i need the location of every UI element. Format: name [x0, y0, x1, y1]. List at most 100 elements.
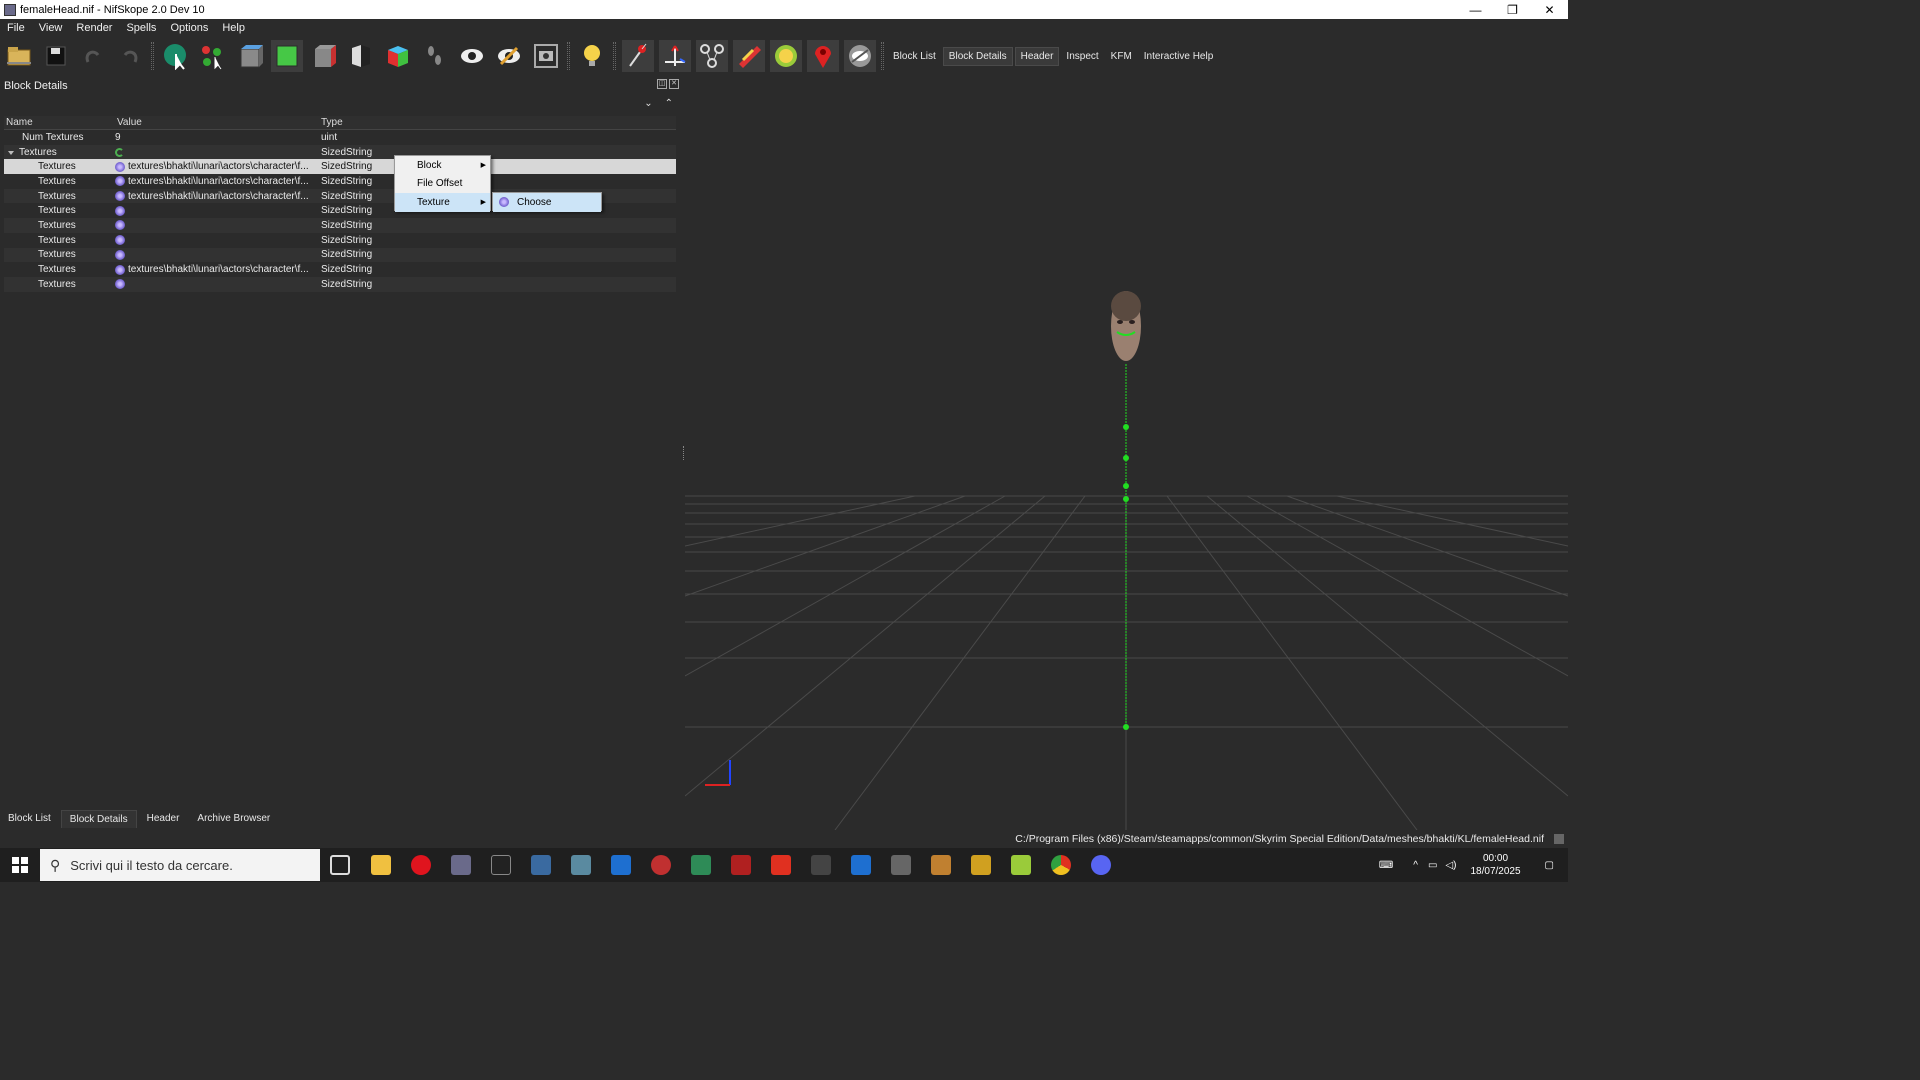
row-value[interactable]: 9 — [115, 132, 319, 143]
show-axes-icon[interactable] — [621, 40, 654, 72]
discord-icon[interactable] — [1091, 855, 1111, 875]
nvidia-icon[interactable] — [491, 855, 511, 875]
menu-spells[interactable]: Spells — [119, 22, 163, 34]
close-panel-icon[interactable]: ✕ — [669, 79, 679, 89]
menu-file[interactable]: File — [0, 22, 32, 34]
ctx-item-texture[interactable]: Texture ▶ — [395, 193, 490, 212]
redo-icon[interactable] — [114, 40, 146, 72]
select-object-icon[interactable] — [160, 40, 192, 72]
collapse-up-icon[interactable]: ⌃ — [665, 98, 673, 109]
network-icon[interactable]: ▭ — [1428, 860, 1437, 871]
head-mesh[interactable] — [1111, 291, 1141, 361]
tab-header[interactable]: Header — [139, 810, 188, 828]
app-icon[interactable] — [611, 855, 631, 875]
toolbar-tab-header[interactable]: Header — [1014, 46, 1060, 66]
show-collision-icon[interactable] — [732, 40, 765, 72]
lighting-icon[interactable] — [576, 40, 608, 72]
app-icon[interactable] — [771, 855, 791, 875]
show-hidden-icon[interactable] — [456, 40, 488, 72]
taskbar-search[interactable]: ⚲ Scrivi qui il testo da cercare. — [40, 849, 320, 881]
ctx-item-block[interactable]: Block ▶ — [395, 156, 490, 175]
toolbar-tab-interactive-help[interactable]: Interactive Help — [1139, 48, 1218, 65]
app-icon[interactable] — [971, 855, 991, 875]
ctx-item-file-offset[interactable]: File Offset — [395, 175, 490, 194]
app-icon[interactable] — [851, 855, 871, 875]
column-type-header[interactable]: Type — [319, 116, 676, 129]
tray-chevron-icon[interactable]: ^ — [1413, 860, 1418, 871]
visibility-toggle-icon[interactable] — [493, 40, 525, 72]
show-skeleton-icon[interactable] — [695, 40, 728, 72]
bone-node[interactable] — [1123, 483, 1129, 489]
screenshot-icon[interactable] — [530, 40, 562, 72]
view-user-icon[interactable] — [345, 40, 377, 72]
app-icon[interactable] — [891, 855, 911, 875]
tab-block-details[interactable]: Block Details — [60, 810, 137, 828]
column-name-header[interactable]: Name — [4, 116, 115, 129]
toolbar-tab-inspect[interactable]: Inspect — [1061, 48, 1103, 65]
menu-options[interactable]: Options — [163, 22, 215, 34]
show-hidden-geometry-icon[interactable] — [843, 40, 876, 72]
show-constraints-icon[interactable] — [769, 40, 802, 72]
show-markers-icon[interactable] — [806, 40, 839, 72]
open-file-icon[interactable] — [3, 40, 35, 72]
windows-start-icon[interactable] — [0, 848, 40, 882]
float-panel-icon[interactable]: ◫ — [657, 79, 667, 89]
tree-row[interactable]: Textures SizedString — [4, 144, 676, 160]
task-view-icon[interactable] — [330, 855, 350, 875]
menu-render[interactable]: Render — [69, 22, 119, 34]
system-clock[interactable]: 00:00 18/07/2025 — [1470, 852, 1520, 878]
select-vertex-icon[interactable] — [197, 40, 229, 72]
show-nodes-icon[interactable] — [658, 40, 691, 72]
app-icon[interactable] — [571, 855, 591, 875]
column-value-header[interactable]: Value — [115, 116, 319, 129]
nifskope-taskbar-icon[interactable] — [451, 855, 471, 875]
resize-grip-icon[interactable] — [1554, 834, 1564, 844]
refresh-icon[interactable] — [115, 147, 124, 157]
tree-row[interactable]: Textures SizedString — [4, 247, 676, 263]
tree-row[interactable]: Num Textures 9 uint — [4, 130, 676, 145]
view-front-icon[interactable] — [270, 40, 303, 72]
toolbar-tab-block-details[interactable]: Block Details — [942, 46, 1013, 66]
view-perspective-icon[interactable] — [382, 40, 414, 72]
app-icon[interactable] — [651, 855, 671, 875]
expand-arrow-icon[interactable] — [8, 150, 14, 155]
keyboard-icon[interactable]: ⌨ — [1379, 860, 1393, 871]
minimize-button[interactable]: — — [1457, 0, 1494, 19]
tree-row[interactable]: Textures textures\bhakti\lunari\actors\c… — [4, 174, 676, 189]
walk-mode-icon[interactable] — [419, 40, 451, 72]
notepad-icon[interactable] — [691, 855, 711, 875]
toolbar-tab-kfm[interactable]: KFM — [1106, 48, 1137, 65]
restore-button[interactable]: ❐ — [1494, 0, 1531, 19]
menu-view[interactable]: View — [32, 22, 70, 34]
chrome-icon[interactable] — [1051, 855, 1071, 875]
bone-node[interactable] — [1123, 424, 1129, 430]
opera-browser-icon[interactable] — [411, 855, 431, 875]
save-file-icon[interactable] — [40, 40, 72, 72]
tree-row[interactable]: Textures SizedString — [4, 218, 676, 233]
app-icon[interactable] — [811, 855, 831, 875]
bone-node[interactable] — [1123, 455, 1129, 461]
tree-row[interactable]: Textures SizedString — [4, 276, 676, 292]
file-explorer-icon[interactable] — [371, 855, 391, 875]
tree-row[interactable]: Textures textures\bhakti\lunari\actors\c… — [4, 262, 676, 277]
scene-canvas[interactable] — [685, 76, 1568, 830]
bone-node[interactable] — [1123, 496, 1129, 502]
pen-tool-icon[interactable] — [531, 855, 551, 875]
view-top-icon[interactable] — [234, 40, 266, 72]
bone-node[interactable] — [1123, 724, 1129, 730]
tree-row[interactable]: Textures SizedString — [4, 233, 676, 248]
tree-row-selected[interactable]: Textures textures\bhakti\lunari\actors\c… — [4, 159, 676, 175]
volume-icon[interactable]: ◁) — [1445, 860, 1456, 871]
tab-block-list[interactable]: Block List — [0, 810, 59, 828]
ctx-item-choose[interactable]: Choose — [493, 193, 601, 212]
app-icon[interactable] — [1011, 855, 1031, 875]
view-side-icon[interactable] — [308, 40, 340, 72]
render-viewport[interactable] — [685, 76, 1568, 830]
collapse-down-icon[interactable]: ⌄ — [644, 98, 652, 109]
notifications-icon[interactable]: ▢ — [1545, 860, 1554, 871]
toolbar-tab-block-list[interactable]: Block List — [888, 48, 941, 65]
undo-icon[interactable] — [77, 40, 109, 72]
tab-archive-browser[interactable]: Archive Browser — [189, 810, 278, 828]
app-icon[interactable] — [931, 855, 951, 875]
menu-help[interactable]: Help — [215, 22, 252, 34]
